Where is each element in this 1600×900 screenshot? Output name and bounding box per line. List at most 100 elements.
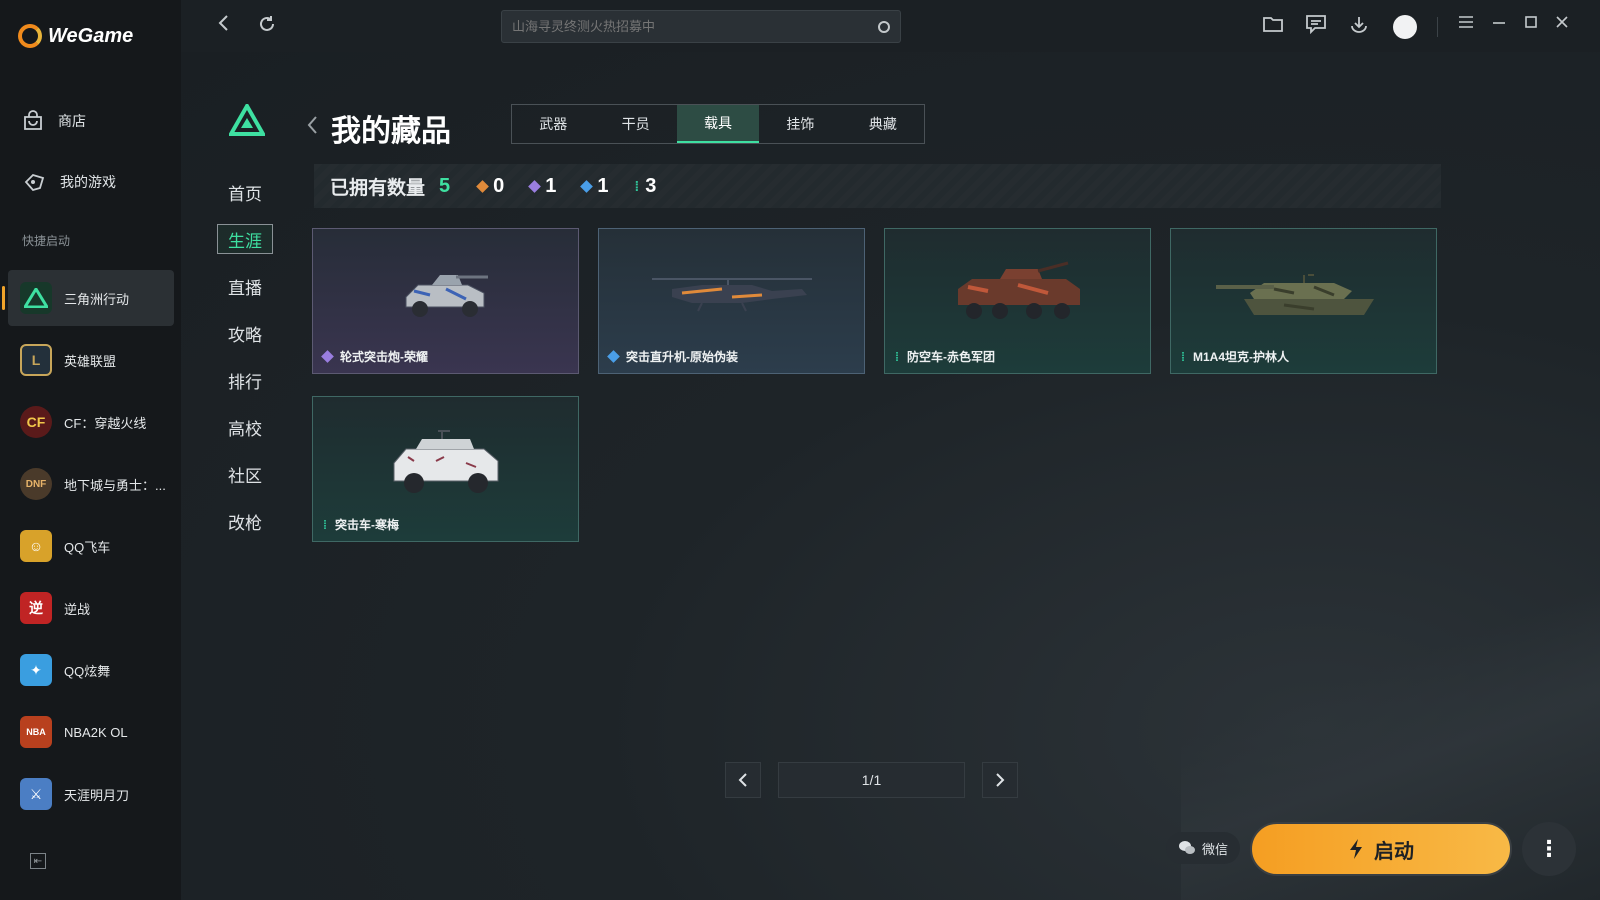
- rarity-count-green: ⁞ 3: [635, 175, 657, 198]
- nizhan-icon: 逆: [20, 592, 52, 624]
- quick-launch-list: 三角洲行动 L 英雄联盟 CF CF：穿越火线 DNF 地下城与勇士：... ☺…: [2, 270, 174, 828]
- launch-button[interactable]: 启动: [1250, 822, 1512, 876]
- collection-tabs: 武器 干员 载具 挂饰 典藏: [511, 104, 925, 144]
- gamepad-icon: [24, 173, 45, 192]
- next-page-button[interactable]: [982, 762, 1018, 798]
- game-label: 地下城与勇士：...: [64, 477, 166, 493]
- nav-store[interactable]: 商店: [22, 110, 86, 132]
- chevron-left-icon: [738, 773, 747, 787]
- rarity-green-icon: ⁞: [895, 349, 899, 364]
- rarity-count-value: 3: [645, 174, 657, 197]
- tab-collection[interactable]: 典藏: [842, 105, 924, 143]
- search-bar[interactable]: [501, 10, 901, 43]
- rarity-count-orange: 0: [476, 175, 504, 198]
- store-bag-icon: [24, 110, 42, 130]
- game-item-dnf[interactable]: DNF 地下城与勇士：...: [8, 456, 174, 512]
- quick-launch-label: 快捷启动: [22, 234, 71, 248]
- owned-count-total: 5: [439, 174, 451, 197]
- subnav-community[interactable]: 社区: [217, 459, 273, 489]
- tab-vehicles[interactable]: 载具: [676, 105, 760, 143]
- vehicle-name-text: M1A4坦克-护林人: [1193, 350, 1290, 364]
- prev-page-button[interactable]: [725, 762, 761, 798]
- minimize-icon[interactable]: [1491, 14, 1507, 35]
- download-icon[interactable]: [1348, 14, 1370, 39]
- vehicle-card[interactable]: 突击直升机-原始伪装: [598, 228, 865, 374]
- assault-gun-image: [405, 275, 488, 317]
- page-title: 我的藏品: [331, 115, 451, 148]
- sidebar: WeGame 商店 我的游戏 快捷启动 三角洲行动 L 英雄联盟 CF CF：穿…: [0, 0, 181, 900]
- game-item-nizhan[interactable]: 逆 逆战: [8, 580, 174, 636]
- more-options-icon[interactable]: ⋮: [1522, 822, 1576, 876]
- game-label: 天涯明月刀: [64, 787, 130, 803]
- game-label: QQ炫舞: [64, 663, 111, 679]
- subnav-career[interactable]: 生涯: [217, 224, 273, 254]
- vehicle-card[interactable]: 轮式突击炮-荣耀: [312, 228, 579, 374]
- chevron-right-icon: [996, 773, 1005, 787]
- vehicle-card[interactable]: ⁞ 防空车-赤色军团: [884, 228, 1151, 374]
- wegame-logo[interactable]: WeGame: [18, 24, 133, 48]
- nav-my-games-label: 我的游戏: [60, 174, 116, 190]
- avatar[interactable]: [1393, 15, 1417, 39]
- tab-weapons[interactable]: 武器: [512, 105, 594, 143]
- qq-speed-icon: ☺: [20, 530, 52, 562]
- refresh-icon[interactable]: [257, 14, 277, 39]
- game-label: QQ飞车: [64, 539, 111, 555]
- tianya-icon: ⚔: [20, 778, 52, 810]
- rarity-count-purple: 1: [528, 174, 557, 198]
- lol-icon: L: [20, 344, 52, 376]
- search-icon[interactable]: [878, 20, 890, 33]
- lightning-icon: [1350, 839, 1362, 859]
- subnav-live[interactable]: 直播: [217, 271, 273, 301]
- game-label: 英雄联盟: [64, 353, 117, 369]
- vehicle-card[interactable]: ⁞ 突击车-寒梅: [312, 396, 579, 542]
- vehicle-name: ⁞ M1A4坦克-护林人: [1181, 348, 1289, 365]
- search-input[interactable]: [512, 19, 878, 34]
- subnav-home[interactable]: 首页: [217, 177, 273, 207]
- rarity-count-value: 1: [597, 174, 609, 197]
- delta-force-logo-icon: [229, 104, 265, 136]
- folder-icon[interactable]: [1262, 14, 1284, 39]
- subnav-college[interactable]: 高校: [217, 412, 273, 442]
- rarity-orange-icon: [476, 179, 490, 193]
- rarity-green-icon: ⁞: [323, 517, 327, 532]
- maximize-icon[interactable]: [1523, 14, 1539, 35]
- tab-charms[interactable]: 挂饰: [759, 105, 841, 143]
- wechat-icon: [1178, 841, 1195, 854]
- game-item-nba2k[interactable]: NBA NBA2K OL: [8, 704, 174, 760]
- back-icon[interactable]: [217, 14, 231, 37]
- game-item-cf[interactable]: CF CF：穿越火线: [8, 394, 174, 450]
- vehicle-card[interactable]: ⁞ M1A4坦克-护林人: [1170, 228, 1437, 374]
- collection-back-icon[interactable]: [306, 114, 318, 142]
- delta-force-icon: [20, 282, 52, 314]
- rarity-count-blue: 1: [580, 174, 609, 198]
- game-item-qq-dance[interactable]: ✦ QQ炫舞: [8, 642, 174, 698]
- pagination: 1/1: [725, 762, 1018, 798]
- rarity-green-icon: ⁞: [1181, 349, 1185, 364]
- game-label: 逆战: [64, 601, 91, 617]
- game-label: 三角洲行动: [64, 291, 130, 307]
- subnav-gunsmith[interactable]: 改枪: [217, 506, 273, 536]
- tab-operators[interactable]: 干员: [594, 105, 676, 143]
- menu-icon[interactable]: [1458, 14, 1474, 35]
- vehicle-name-text: 突击车-寒梅: [335, 518, 399, 532]
- close-icon[interactable]: [1554, 14, 1570, 35]
- wechat-button[interactable]: 微信: [1166, 832, 1240, 864]
- vehicle-name-text: 轮式突击炮-荣耀: [340, 350, 428, 364]
- subnav-ranking[interactable]: 排行: [217, 365, 273, 395]
- game-item-delta-force[interactable]: 三角洲行动: [2, 270, 174, 326]
- owned-count-label: 已拥有数量: [330, 177, 426, 199]
- rarity-blue-icon: [580, 179, 594, 193]
- topbar: [181, 0, 1600, 52]
- nav-my-games[interactable]: 我的游戏: [22, 171, 116, 193]
- subnav-guides[interactable]: 攻略: [217, 318, 273, 348]
- dnf-icon: DNF: [20, 468, 52, 500]
- game-label: NBA2K OL: [64, 724, 128, 740]
- rarity-count-value: 1: [545, 174, 557, 197]
- vehicle-name-text: 防空车-赤色军团: [907, 350, 995, 364]
- game-item-qq-speed[interactable]: ☺ QQ飞车: [8, 518, 174, 574]
- rarity-blue-icon: [607, 350, 620, 363]
- game-item-lol[interactable]: L 英雄联盟: [8, 332, 174, 388]
- message-icon[interactable]: [1305, 14, 1327, 39]
- game-item-tianya[interactable]: ⚔ 天涯明月刀: [8, 766, 174, 822]
- collapse-sidebar-icon[interactable]: ⇤: [30, 853, 46, 869]
